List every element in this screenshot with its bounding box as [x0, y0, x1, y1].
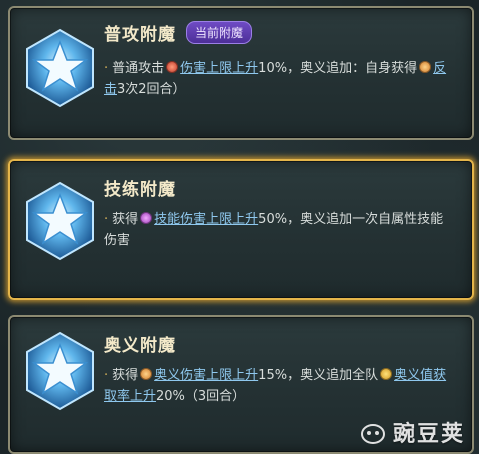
enchant-card-basic-attack[interactable]: 普攻附魔 当前附魔 · 普通攻击 伤害上限上升10%，奥义追加：自身获得 反击3次2回… [8, 6, 474, 140]
card-header: 普攻附魔 当前附魔 [104, 20, 253, 45]
watermark-text: 豌豆荚 [392, 422, 465, 447]
keyword-link[interactable]: 技能伤害上限上升 [154, 212, 258, 227]
current-enchant-badge: 当前附魔 [186, 21, 253, 44]
damage-up-icon [166, 61, 179, 73]
bullet-icon: · [104, 212, 109, 227]
star-emblem-icon [26, 181, 94, 261]
counter-icon [419, 61, 432, 73]
bullet-icon: · [104, 368, 109, 383]
card-description: · 获得 奥义伤害上限上升15%，奥义追加全队 奥义值获取率上升20%（3回合） [104, 368, 447, 404]
keyword-link[interactable]: 奥义伤害上限上升 [154, 368, 258, 383]
card-title: 技练附魔 [104, 180, 176, 200]
keyword-link[interactable]: 伤害上限上升 [180, 61, 258, 76]
watermark: 豌豆荚 [359, 416, 465, 448]
card-title: 奥义附魔 [104, 336, 176, 356]
enchant-card-skill-training[interactable]: 技练附魔 · 获得 技能伤害上限上升50%，奥义追加一次自属性技能伤害 [8, 159, 474, 300]
ultimate-gain-icon [380, 368, 393, 380]
ultimate-damage-icon [140, 368, 153, 380]
skill-damage-icon [140, 212, 153, 224]
bullet-icon: · [104, 61, 109, 76]
star-emblem-icon [26, 28, 94, 108]
watermark-logo-icon [360, 424, 385, 444]
card-title: 普攻附魔 [104, 25, 176, 45]
card-description: · 获得 技能伤害上限上升50%，奥义追加一次自属性技能伤害 [104, 212, 444, 248]
card-description: · 普通攻击 伤害上限上升10%，奥义追加：自身获得 反击3次2回合） [104, 61, 447, 97]
star-emblem-icon [26, 331, 94, 411]
